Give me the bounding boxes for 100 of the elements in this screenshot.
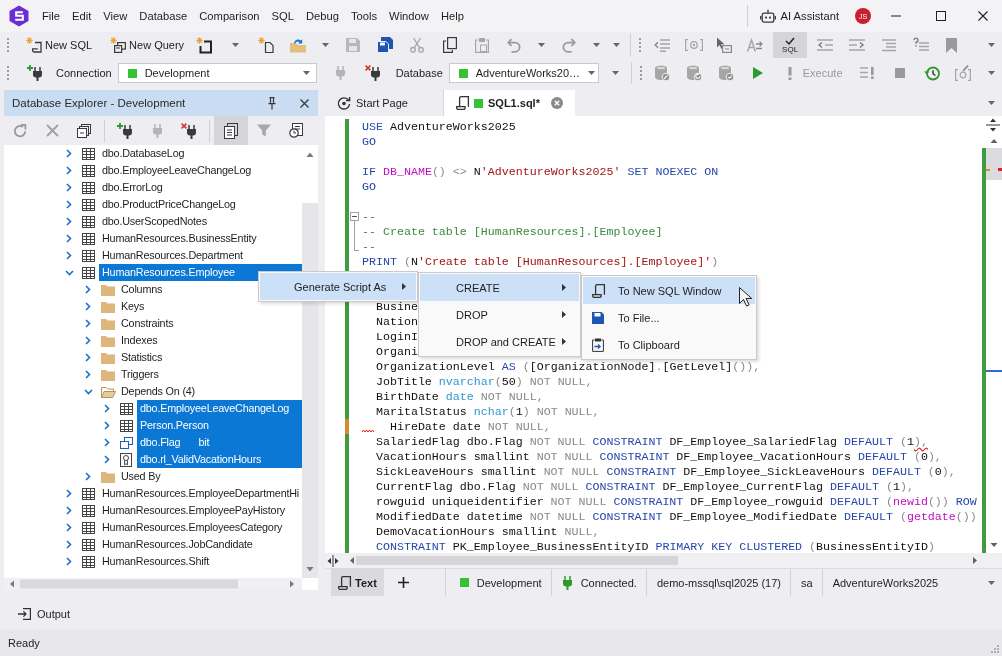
new-query-button[interactable]: New Query — [106, 34, 189, 56]
menu-bar-item[interactable]: Help — [434, 6, 470, 26]
menu-item[interactable]: To Clipboard — [583, 331, 755, 358]
tree-item[interactable]: HumanResources.EmployeeDepartmentHi — [99, 485, 302, 502]
tree-item[interactable]: dbo.UserScopedNotes — [99, 213, 210, 230]
menu-item[interactable]: CREATE — [420, 274, 579, 301]
menu-bar-item[interactable]: View — [97, 6, 134, 26]
tree-item[interactable]: dbo.rl_ValidVacationHours — [137, 451, 302, 468]
letter-arrow-icon[interactable] — [747, 38, 764, 52]
close-icon[interactable] — [299, 98, 309, 108]
new-file-icon[interactable] — [258, 37, 275, 53]
tree-item[interactable]: Person.Person — [137, 417, 302, 434]
add-icon[interactable] — [398, 577, 410, 588]
clipboard-icon — [592, 337, 604, 352]
question-lines-icon[interactable] — [913, 38, 930, 52]
tree-item[interactable]: dbo.EmployeeLeaveChangeLog — [99, 162, 255, 179]
new-sql-button[interactable]: New SQL — [22, 34, 97, 56]
resize-grip-icon[interactable] — [991, 645, 999, 653]
dropdown-caret-icon[interactable] — [321, 43, 329, 47]
close-icon[interactable] — [978, 11, 988, 21]
tree-item[interactable]: Columns — [118, 281, 166, 298]
menu-bar-item[interactable]: File — [36, 6, 67, 26]
menu-bar-item[interactable]: Database — [133, 6, 194, 26]
connection-dropdown[interactable]: Development — [117, 63, 317, 83]
menu-bar-item[interactable]: Edit — [66, 6, 98, 26]
fold-toggle-icon[interactable] — [350, 212, 359, 221]
grip-handle-icon[interactable] — [7, 66, 9, 80]
menu-item[interactable]: Generate Script As — [260, 273, 416, 300]
database-dropdown[interactable]: AdventureWorks20… — [448, 63, 599, 83]
menu-item[interactable]: To New SQL Window — [583, 277, 755, 304]
tree-item[interactable]: HumanResources.JobCandidate — [99, 536, 256, 553]
outdent-icon[interactable] — [817, 39, 834, 51]
copy-icon[interactable] — [443, 37, 458, 53]
database-refresh-icon[interactable] — [685, 65, 702, 81]
new-window-icon[interactable] — [196, 37, 213, 53]
tree-item[interactable]: Triggers — [118, 366, 162, 383]
dropdown-caret-icon[interactable] — [537, 43, 545, 47]
tree-item[interactable]: HumanResources.EmployeesCategory — [99, 519, 286, 536]
dropdown-caret-icon[interactable] — [612, 71, 620, 75]
tree-item[interactable]: dbo.DatabaseLog — [99, 145, 188, 162]
plug-cross-icon[interactable] — [181, 122, 197, 139]
tree-item[interactable]: HumanResources.Shift — [99, 553, 213, 570]
comment-lines-icon[interactable] — [654, 38, 671, 52]
dropdown-caret-icon[interactable] — [612, 43, 620, 47]
document-clock-icon[interactable] — [288, 123, 304, 138]
tree-item[interactable]: Used By — [118, 468, 164, 485]
database-pencil-icon[interactable] — [653, 65, 670, 81]
plug-plus-icon[interactable] — [27, 65, 43, 81]
ai-assistant-button[interactable]: AI Assistant — [753, 4, 845, 28]
document-list-button[interactable] — [214, 116, 248, 145]
tree-item[interactable]: Indexes — [118, 332, 161, 349]
dropdown-caret-icon[interactable] — [592, 43, 600, 47]
tree-item[interactable]: HumanResources.EmployeePayHistory — [99, 502, 289, 519]
tree-item[interactable]: HumanResources.Department — [99, 247, 246, 264]
tree-item[interactable]: Depends On (4) — [118, 383, 199, 400]
tree-item[interactable]: dbo.Flag bit — [137, 434, 302, 451]
split-handle-icon[interactable] — [986, 118, 1000, 132]
stacked-squares-icon[interactable] — [77, 123, 91, 138]
dropdown-caret-icon[interactable] — [987, 580, 995, 585]
menu-item[interactable]: DROP and CREATE — [420, 328, 579, 355]
tree-item[interactable]: Statistics — [118, 349, 166, 366]
menu-bar-item[interactable]: Comparison — [193, 6, 266, 26]
dropdown-caret-icon[interactable] — [987, 43, 995, 47]
code-line: DemoVacationHours smallint NULL, — [374, 524, 600, 539]
text-view-button[interactable]: Text — [331, 569, 384, 596]
menu-item[interactable]: To File... — [583, 304, 755, 331]
play-icon[interactable] — [752, 67, 763, 79]
tree-item[interactable]: Constraints — [118, 315, 177, 332]
status-text: sa — [801, 576, 813, 589]
sql-check-button[interactable]: SQL — [773, 32, 808, 58]
output-button[interactable]: Output — [14, 603, 75, 625]
save-all-icon[interactable] — [377, 37, 394, 53]
tree-item[interactable]: dbo.ProductPriceChangeLog — [99, 196, 239, 213]
menu-bar-item[interactable]: Tools — [344, 6, 384, 26]
menu-bar-item[interactable]: Debug — [300, 6, 345, 26]
grip-handle-icon[interactable] — [639, 38, 642, 52]
close-tab-icon[interactable] — [551, 97, 563, 109]
grip-handle-icon[interactable] — [639, 66, 642, 80]
plug-plus-icon[interactable] — [117, 122, 133, 139]
editor-tab[interactable]: SQL1.sql* — [444, 90, 575, 116]
plug-cross-icon[interactable] — [364, 65, 381, 81]
tree-item[interactable]: HumanResources.BusinessEntity — [99, 230, 260, 247]
tree-item[interactable]: Keys — [118, 298, 148, 315]
grip-handle-icon[interactable] — [7, 38, 9, 52]
dropdown-caret-icon[interactable] — [987, 101, 995, 105]
dropdown-caret-icon[interactable] — [987, 71, 995, 75]
pin-icon[interactable] — [268, 96, 276, 110]
database-check-icon[interactable] — [717, 65, 734, 81]
menu-bar-item[interactable]: Window — [383, 6, 435, 26]
menu-bar-item[interactable]: SQL — [265, 6, 300, 26]
tree-item[interactable]: dbo.ErrorLog — [99, 179, 166, 196]
maximize-icon[interactable] — [936, 11, 946, 21]
indent-icon[interactable] — [849, 39, 866, 51]
pointer-box-icon[interactable] — [716, 37, 733, 53]
split-handle-icon[interactable] — [327, 554, 339, 567]
tree-item[interactable]: dbo.EmployeeLeaveChangeLog — [137, 400, 302, 417]
menu-item[interactable]: DROP — [420, 301, 579, 328]
dropdown-caret-icon[interactable] — [231, 43, 239, 47]
open-folder-icon[interactable] — [289, 37, 308, 53]
app-logo-icon — [8, 5, 30, 27]
